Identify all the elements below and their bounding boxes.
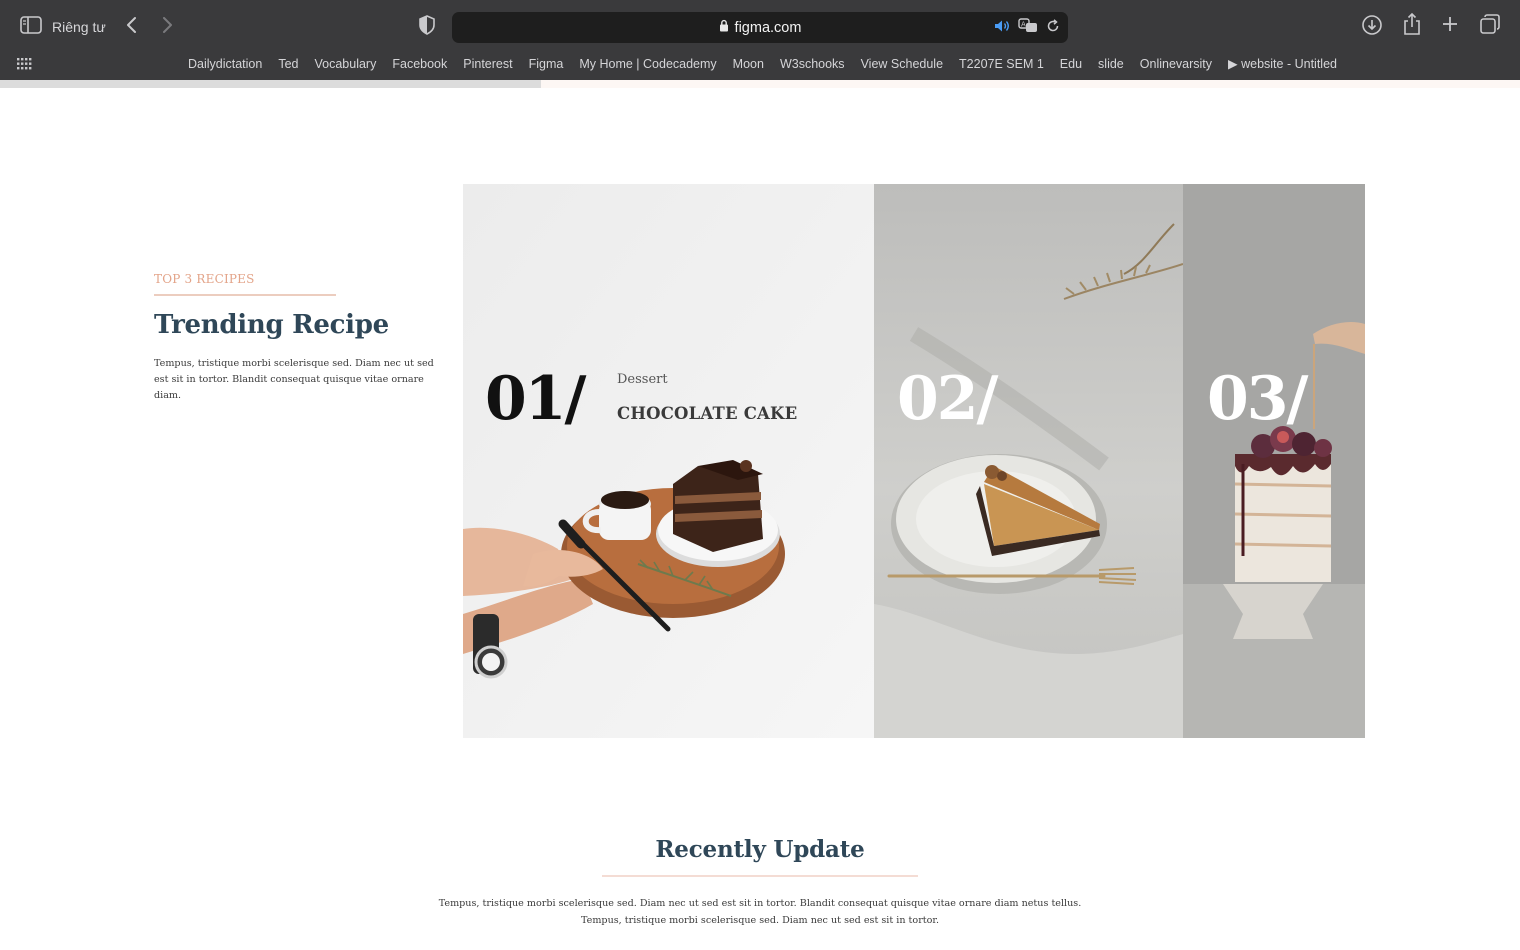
new-tab-button[interactable]: [1438, 14, 1462, 38]
bookmark-onlinevarsity[interactable]: Onlinevarsity: [1132, 55, 1220, 73]
bookmark-website-untitled[interactable]: ▶ website - Untitled: [1220, 55, 1345, 73]
recipe-card-3[interactable]: 03/: [1183, 184, 1365, 738]
trending-intro: TOP 3 RECIPES Trending Recipe Tempus, tr…: [154, 272, 454, 404]
recipe-gallery: 01/ Dessert CHOCOLATE CAKE 02/ 03/: [463, 184, 1365, 738]
chevron-right-icon: [162, 16, 174, 39]
share-button[interactable]: [1400, 12, 1424, 41]
recently-update-description: Tempus, tristique morbi scelerisque sed.…: [0, 895, 1520, 929]
recently-update-description-line-1: Tempus, tristique morbi scelerisque sed.…: [438, 898, 1082, 909]
sidebar-icon: [20, 15, 42, 39]
download-icon: [1361, 14, 1383, 41]
forward-button[interactable]: [157, 15, 179, 39]
address-bar[interactable]: figma.com A: [452, 12, 1068, 43]
cheesecake-photo: [874, 184, 1183, 738]
trending-title: Trending Recipe: [154, 310, 389, 340]
lock-icon: [719, 19, 729, 36]
recipe-card-1[interactable]: 01/ Dessert CHOCOLATE CAKE: [463, 184, 874, 738]
bookmark-figma[interactable]: Figma: [521, 55, 572, 73]
back-button[interactable]: [120, 15, 142, 39]
naked-cake-photo: [1183, 184, 1365, 738]
chocolate-cake-photo: [463, 184, 874, 738]
bookmark-w3schooks[interactable]: W3schooks: [772, 55, 853, 73]
shield-icon: [418, 14, 436, 40]
recently-update-divider: [602, 875, 918, 877]
bookmark-ted[interactable]: Ted: [270, 55, 306, 73]
page-load-progress-fill: [0, 80, 542, 88]
grid-icon[interactable]: [16, 57, 32, 71]
recipe-number-2: 02/: [897, 364, 998, 434]
speaker-icon[interactable]: [994, 19, 1010, 38]
reload-icon[interactable]: [1046, 18, 1060, 38]
translate-icon[interactable]: A: [1018, 18, 1038, 38]
chevron-left-icon: [125, 16, 137, 39]
bookmark-edu[interactable]: Edu: [1052, 55, 1090, 73]
privacy-report-button[interactable]: [416, 14, 438, 40]
recipe-category: Dessert: [617, 372, 668, 387]
bookmarks-bar: Dailydictation Ted Vocabulary Facebook P…: [0, 52, 1520, 76]
recipe-number-1: 01/: [485, 364, 586, 434]
page-load-progress: [0, 80, 1520, 88]
svg-text:A: A: [1021, 21, 1026, 29]
bookmark-pinterest[interactable]: Pinterest: [455, 55, 520, 73]
recipe-name: CHOCOLATE CAKE: [617, 404, 798, 423]
tabs-icon: [1479, 13, 1501, 40]
bookmark-codecademy[interactable]: My Home | Codecademy: [571, 55, 724, 73]
eyebrow-divider: [154, 294, 336, 296]
browser-chrome: Riêng tư figma.com A Dailydictation Ted …: [0, 0, 1520, 88]
share-icon: [1402, 12, 1422, 41]
bookmark-dailydictation[interactable]: Dailydictation: [180, 55, 270, 73]
bookmark-view-schedule[interactable]: View Schedule: [853, 55, 951, 73]
private-mode-label: Riêng tư: [52, 19, 106, 35]
bookmark-slide[interactable]: slide: [1090, 55, 1132, 73]
trending-description: Tempus, tristique morbi scelerisque sed.…: [154, 358, 434, 401]
sidebar-toggle-button[interactable]: Riêng tư: [20, 15, 106, 39]
recently-update-description-line-2: Tempus, tristique morbi scelerisque sed.…: [581, 915, 939, 926]
downloads-button[interactable]: [1360, 14, 1384, 41]
url-text: figma.com: [734, 19, 802, 36]
tab-overview-button[interactable]: [1478, 13, 1502, 40]
recently-update-section: Recently Update Tempus, tristique morbi …: [0, 836, 1520, 929]
recipe-number-3: 03/: [1207, 364, 1308, 434]
bookmark-facebook[interactable]: Facebook: [384, 55, 455, 73]
recipe-card-2[interactable]: 02/: [874, 184, 1183, 738]
recently-update-title: Recently Update: [655, 836, 865, 863]
trending-eyebrow: TOP 3 RECIPES: [154, 272, 255, 286]
plus-icon: [1440, 14, 1460, 39]
bookmark-vocabulary[interactable]: Vocabulary: [307, 55, 385, 73]
browser-toolbar: Riêng tư figma.com A: [0, 0, 1520, 52]
bookmark-list: Dailydictation Ted Vocabulary Facebook P…: [180, 55, 1345, 73]
bookmark-moon[interactable]: Moon: [725, 55, 772, 73]
bookmark-t2207e-sem1[interactable]: T2207E SEM 1: [951, 55, 1052, 73]
